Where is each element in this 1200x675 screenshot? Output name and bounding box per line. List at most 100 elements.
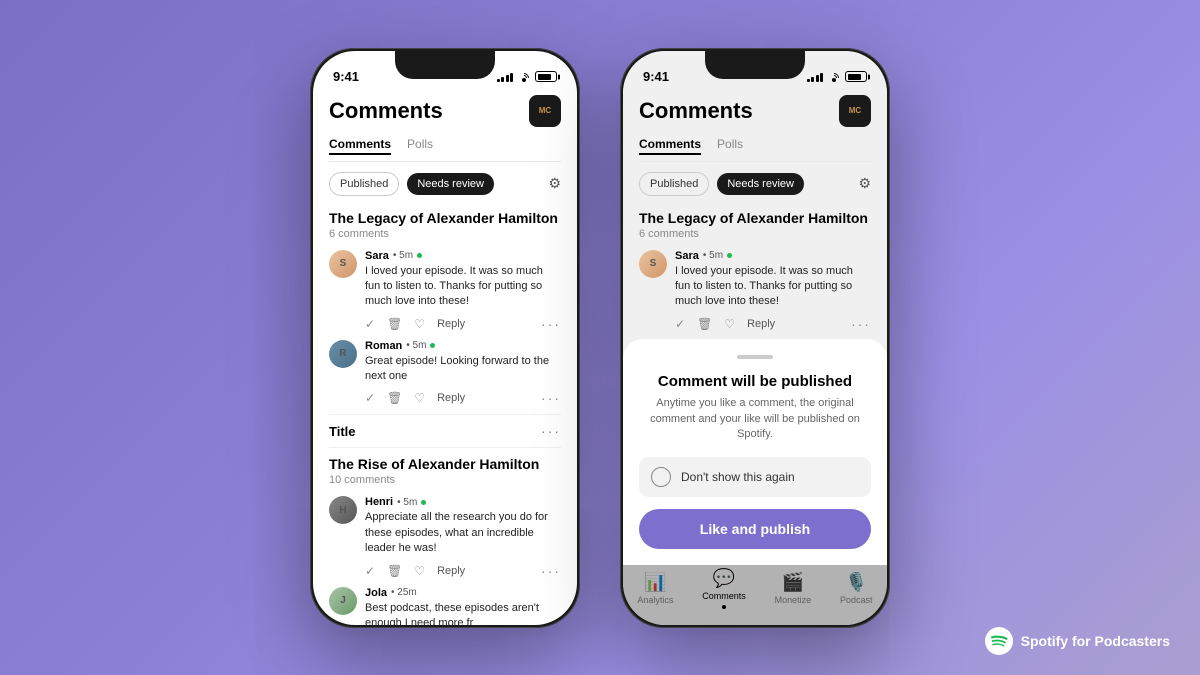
- comment-meta-sara-2: Sara • 5m: [675, 250, 871, 262]
- comment-author-roman-1: Roman: [365, 340, 402, 352]
- tab-comments-1[interactable]: Comments: [329, 137, 391, 155]
- phone-1: 9:41 Comments: [310, 48, 580, 628]
- divider-2: [329, 447, 561, 448]
- app-icon-2[interactable]: MC: [839, 95, 871, 127]
- battery-2: [845, 71, 867, 82]
- filter-needs-review-1[interactable]: Needs review: [407, 173, 494, 195]
- check-icon-henri-1[interactable]: ✓: [365, 564, 375, 578]
- filter-needs-review-2[interactable]: Needs review: [717, 173, 804, 195]
- comment-time-roman-1: • 5m: [406, 340, 426, 351]
- page-title-1: Comments: [329, 98, 443, 124]
- comment-henri-1: H Henri • 5m Appreciate all the research…: [329, 496, 561, 578]
- spotify-brand: Spotify for Podcasters: [985, 627, 1170, 655]
- notch-2: [705, 51, 805, 79]
- section1-title-2: The Legacy of Alexander Hamilton: [639, 210, 871, 226]
- tabs-row-1: Comments Polls: [329, 137, 561, 162]
- comment-text-sara-1: I loved your episode. It was so much fun…: [365, 264, 561, 310]
- avatar-henri-1: H: [329, 496, 357, 524]
- comment-time-jola-1: • 25m: [391, 587, 417, 598]
- dont-show-checkbox[interactable]: [651, 467, 671, 487]
- reply-button-roman-1[interactable]: Reply: [437, 392, 465, 404]
- comment-roman-1: R Roman • 5m Great episode! Looking forw…: [329, 340, 561, 407]
- heart-icon-roman-1[interactable]: ♡: [414, 391, 425, 405]
- more-icon-roman-1[interactable]: ···: [541, 390, 561, 406]
- modal-description: Anytime you like a comment, the original…: [639, 396, 871, 442]
- tab-polls-1[interactable]: Polls: [407, 137, 433, 155]
- modal-handle: [737, 355, 773, 359]
- check-icon-sara-2[interactable]: ✓: [675, 317, 685, 331]
- status-icons-1: [497, 71, 558, 82]
- comment-body-sara-1: Sara • 5m I loved your episode. It was s…: [365, 250, 561, 332]
- status-time-1: 9:41: [333, 69, 359, 84]
- reply-button-henri-1[interactable]: Reply: [437, 565, 465, 577]
- battery-1: [535, 71, 557, 82]
- avatar-sara-2: S: [639, 250, 667, 278]
- comment-author-henri-1: Henri: [365, 496, 393, 508]
- dont-show-label: Don't show this again: [681, 470, 795, 484]
- check-icon-sara-1[interactable]: ✓: [365, 317, 375, 331]
- avatar-jola-1: J: [329, 587, 357, 615]
- modal-sheet: Comment will be published Anytime you li…: [623, 339, 887, 564]
- section3-title-1: The Rise of Alexander Hamilton: [329, 456, 561, 472]
- comment-meta-roman-1: Roman • 5m: [365, 340, 561, 352]
- filter-published-1[interactable]: Published: [329, 172, 399, 196]
- reply-button-sara-2[interactable]: Reply: [747, 318, 775, 330]
- heart-icon-henri-1[interactable]: ♡: [414, 564, 425, 578]
- comment-author-sara-2: Sara: [675, 250, 699, 262]
- tab-comments-2[interactable]: Comments: [639, 137, 701, 155]
- tab-polls-2[interactable]: Polls: [717, 137, 743, 155]
- section1-subtitle-2: 6 comments: [639, 228, 871, 240]
- filter-options-icon-1[interactable]: ⚙: [548, 175, 561, 192]
- status-icons-2: [807, 71, 868, 82]
- heart-icon-sara-1[interactable]: ♡: [414, 317, 425, 331]
- comment-actions-roman-1: ✓ 🗑 ♡ Reply ···: [365, 390, 561, 406]
- comment-time-sara-2: • 5m: [703, 250, 723, 261]
- comment-text-roman-1: Great episode! Looking forward to the ne…: [365, 354, 561, 385]
- signal-bars-2: [807, 72, 824, 82]
- section1-subtitle-1: 6 comments: [329, 228, 561, 240]
- status-time-2: 9:41: [643, 69, 669, 84]
- comment-time-sara-1: • 5m: [393, 250, 413, 261]
- comment-body-jola-1: Jola • 25m Best podcast, these episodes …: [365, 587, 561, 625]
- section3-subtitle-1: 10 comments: [329, 474, 561, 486]
- section1-title-1: The Legacy of Alexander Hamilton: [329, 210, 561, 226]
- trash-icon-roman-1[interactable]: 🗑: [387, 391, 402, 405]
- modal-title: Comment will be published: [639, 373, 871, 390]
- app-header-1: Comments MC: [329, 95, 561, 127]
- modal-checkbox-row[interactable]: Don't show this again: [639, 457, 871, 497]
- section2-title-1: Title: [329, 424, 356, 439]
- heart-icon-sara-2[interactable]: ♡: [724, 317, 735, 331]
- notch: [395, 51, 495, 79]
- trash-icon-sara-1[interactable]: 🗑: [387, 317, 402, 331]
- comment-meta-jola-1: Jola • 25m: [365, 587, 561, 599]
- page-title-2: Comments: [639, 98, 753, 124]
- reply-button-sara-1[interactable]: Reply: [437, 318, 465, 330]
- filter-options-icon-2[interactable]: ⚙: [858, 175, 871, 192]
- title-row-1: Title ···: [329, 423, 561, 439]
- spotify-brand-text: Spotify for Podcasters: [1021, 633, 1170, 649]
- comment-text-sara-2: I loved your episode. It was so much fun…: [675, 264, 871, 310]
- comment-author-jola-1: Jola: [365, 587, 387, 599]
- app-icon-1[interactable]: MC: [529, 95, 561, 127]
- comment-body-roman-1: Roman • 5m Great episode! Looking forwar…: [365, 340, 561, 407]
- trash-icon-henri-1[interactable]: 🗑: [387, 564, 402, 578]
- comment-author-sara-1: Sara: [365, 250, 389, 262]
- more-icon-sara-1[interactable]: ···: [541, 316, 561, 332]
- comment-text-jola-1: Best podcast, these episodes aren't enou…: [365, 601, 561, 625]
- comment-sara-1: S Sara • 5m I loved your episode. It was…: [329, 250, 561, 332]
- more-icon-section2-1[interactable]: ···: [541, 423, 561, 439]
- filter-row-1: Published Needs review ⚙: [329, 172, 561, 196]
- check-icon-roman-1[interactable]: ✓: [365, 391, 375, 405]
- more-icon-sara-2[interactable]: ···: [851, 316, 871, 332]
- avatar-roman-1: R: [329, 340, 357, 368]
- like-and-publish-button[interactable]: Like and publish: [639, 509, 871, 549]
- dot-blue-sara-1: [417, 253, 422, 258]
- more-icon-henri-1[interactable]: ···: [541, 563, 561, 579]
- wifi-icon-1: [517, 72, 531, 82]
- filter-published-2[interactable]: Published: [639, 172, 709, 196]
- divider-1: [329, 414, 561, 415]
- comment-body-sara-2: Sara • 5m I loved your episode. It was s…: [675, 250, 871, 332]
- app-content-1: Comments MC Comments Polls Published Nee…: [313, 95, 577, 625]
- trash-icon-sara-2[interactable]: 🗑: [697, 317, 712, 331]
- comment-text-henri-1: Appreciate all the research you do for t…: [365, 510, 561, 556]
